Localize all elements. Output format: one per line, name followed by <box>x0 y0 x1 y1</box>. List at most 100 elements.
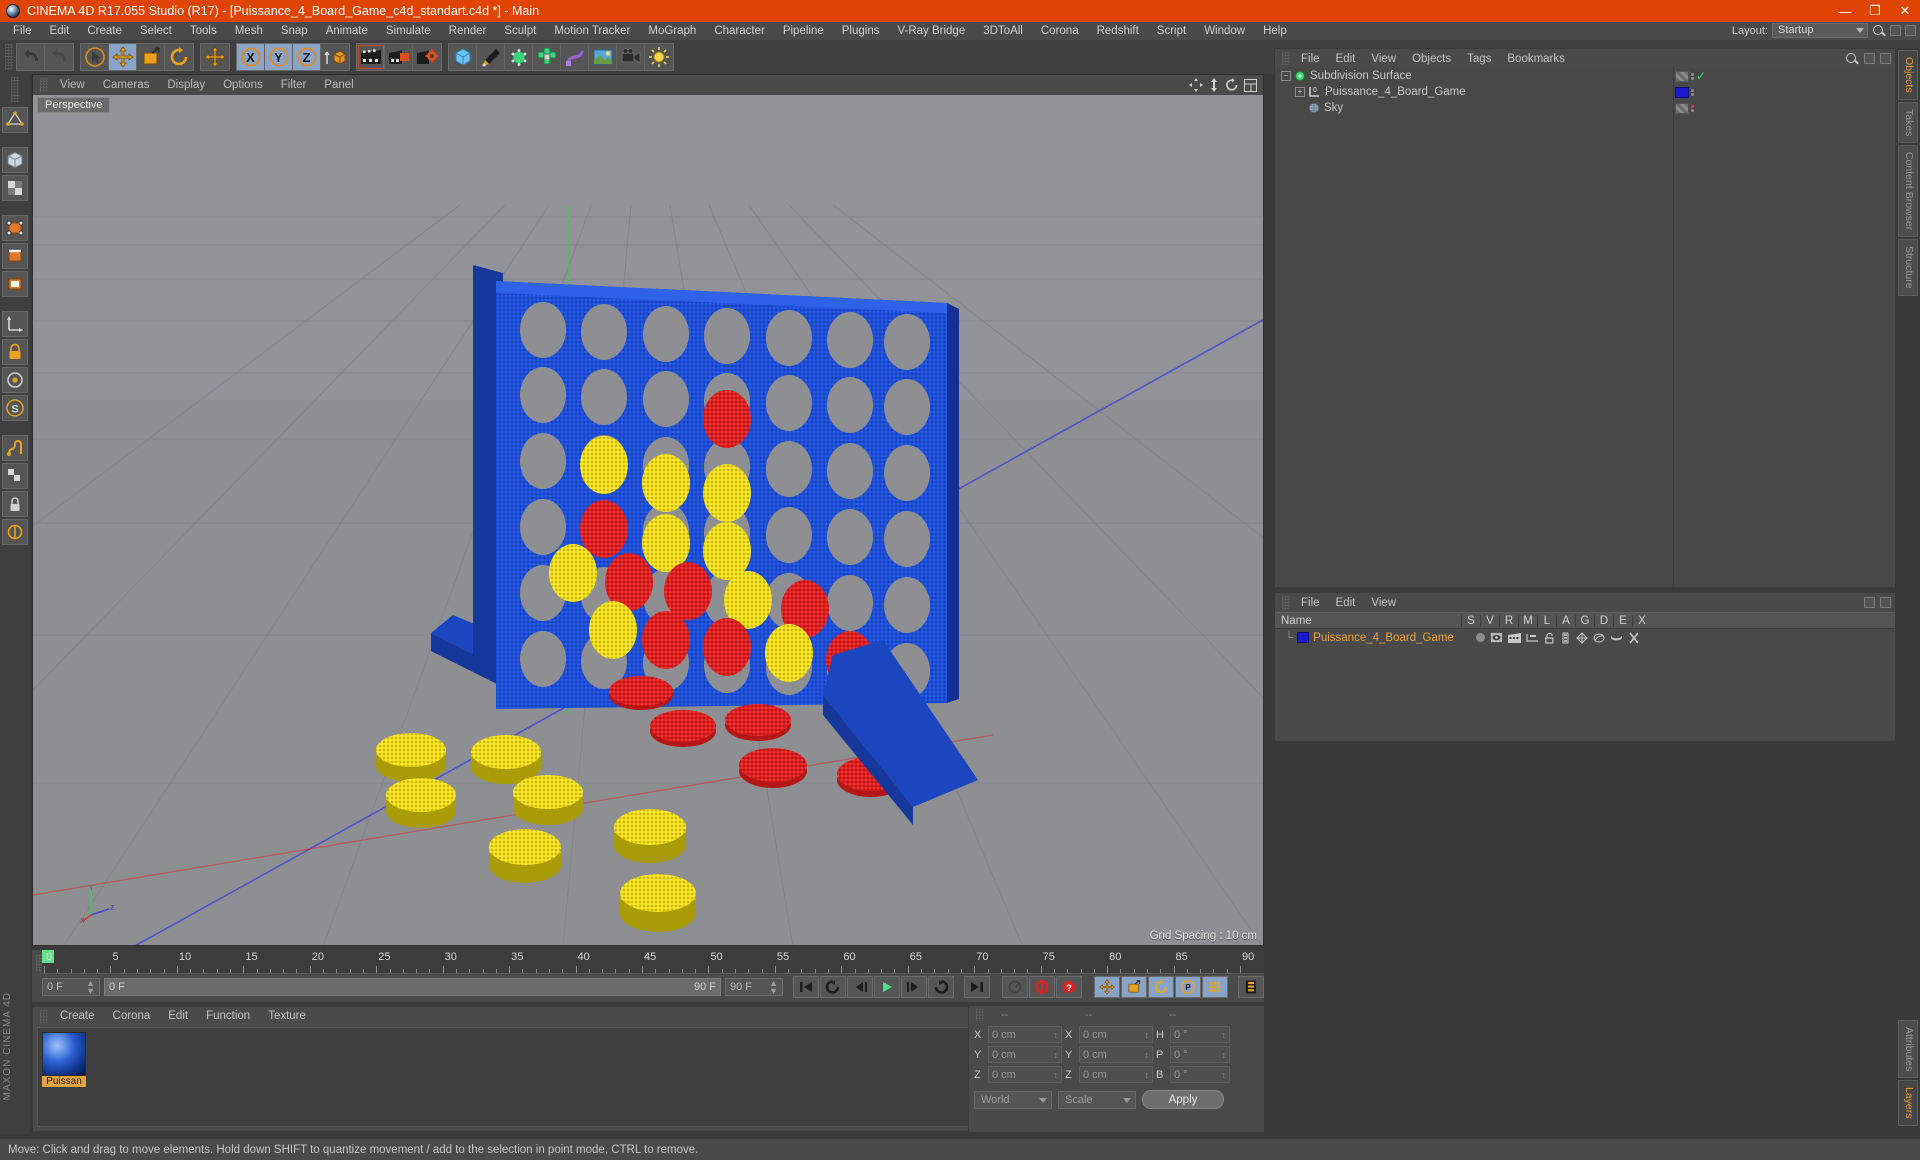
object-tree[interactable]: − Subdivision Surface ✓ + 0 Puissance_4_… <box>1275 68 1895 587</box>
pin-workplane-button[interactable] <box>2 519 28 545</box>
menu-item-redshift[interactable]: Redshift <box>1088 22 1148 40</box>
layer-menu-view[interactable]: View <box>1363 597 1404 609</box>
redo-button[interactable] <box>45 44 73 70</box>
layer-row[interactable]: └ Puissance_4_Board_Game <box>1275 629 1895 646</box>
coordinate-system-select[interactable]: World <box>974 1090 1052 1109</box>
snap-button[interactable] <box>2 435 28 461</box>
edges-mode-button[interactable] <box>2 243 28 269</box>
generators-icon[interactable] <box>1576 631 1588 644</box>
viewport-menu-cameras[interactable]: Cameras <box>94 79 159 91</box>
object-menu-tags[interactable]: Tags <box>1459 53 1499 65</box>
coord-rot-h-field[interactable]: 0 ° ↕ <box>1170 1026 1230 1043</box>
add-generator-button[interactable] <box>505 44 533 70</box>
material-menu-texture[interactable]: Texture <box>259 1010 315 1022</box>
timeline-toggle-button[interactable] <box>1238 976 1264 998</box>
record-pla-button[interactable] <box>1202 976 1228 998</box>
visibility-swatch[interactable] <box>1675 70 1689 82</box>
viewport-menu-view[interactable]: View <box>51 79 94 91</box>
stepper-icon[interactable]: ↕ <box>1222 1050 1227 1060</box>
layer-column-x[interactable]: X <box>1632 614 1651 627</box>
enable-lock-button[interactable] <box>2 339 28 365</box>
end-frame-field[interactable]: 90 F ▲ ▼ <box>725 978 783 996</box>
visibility-dots[interactable] <box>1691 104 1694 112</box>
add-cube-button[interactable] <box>449 44 477 70</box>
rotate-tool-button[interactable] <box>165 44 193 70</box>
menu-item-simulate[interactable]: Simulate <box>377 22 440 40</box>
layer-column-a[interactable]: A <box>1556 614 1575 627</box>
stepper-icon-2[interactable]: ▲ ▼ <box>769 979 778 996</box>
panel-close-icon[interactable] <box>1905 25 1916 36</box>
points-mode-button[interactable] <box>2 215 28 241</box>
world-object-axis-button[interactable] <box>321 44 349 70</box>
go-to-end-button[interactable] <box>964 976 990 998</box>
expander-icon[interactable]: + <box>1295 87 1305 97</box>
coord-size-y-field[interactable]: 0 cm ↕ <box>1079 1046 1153 1063</box>
layer-column-m[interactable]: M <box>1518 614 1537 627</box>
select-tool-button[interactable] <box>81 44 109 70</box>
model-mode-button[interactable] <box>2 147 28 173</box>
manager-icon[interactable] <box>1526 632 1539 643</box>
layout-select[interactable]: Startup <box>1772 23 1868 38</box>
connect-four-model[interactable] <box>33 95 1263 945</box>
panel-close-icon[interactable] <box>1880 597 1891 608</box>
object-menu-view[interactable]: View <box>1363 53 1404 65</box>
menu-item-edit[interactable]: Edit <box>41 22 79 40</box>
timeline-range-scrubber[interactable]: 0 F 90 F <box>104 978 721 996</box>
menu-item-motion-tracker[interactable]: Motion Tracker <box>545 22 639 40</box>
menu-item-corona[interactable]: Corona <box>1032 22 1088 40</box>
object-menu-file[interactable]: File <box>1293 53 1328 65</box>
layer-column-l[interactable]: L <box>1537 614 1556 627</box>
panel-close-icon[interactable] <box>1880 53 1891 64</box>
undo-button[interactable] <box>17 44 45 70</box>
coord-pos-x-field[interactable]: 0 cm ↕ <box>988 1026 1062 1043</box>
expander-icon[interactable]: − <box>1281 71 1291 81</box>
visibility-dots[interactable] <box>1691 72 1694 80</box>
menu-item-3dtoall[interactable]: 3DToAll <box>974 22 1032 40</box>
viewport-menu-panel[interactable]: Panel <box>315 79 362 91</box>
make-editable-button[interactable] <box>2 107 28 133</box>
coord-rot-b-field[interactable]: 0 ° ↕ <box>1170 1066 1230 1083</box>
menu-item-script[interactable]: Script <box>1148 22 1195 40</box>
panel-restore-icon[interactable] <box>1864 597 1875 608</box>
object-row-puissance-4-board-game[interactable]: + 0 Puissance_4_Board_Game <box>1275 84 1895 100</box>
search-icon[interactable] <box>1845 52 1859 66</box>
viewport-3d-scene[interactable]: Perspective Y Z X Grid Spacing: 10 cm <box>33 95 1263 945</box>
menu-item-pipeline[interactable]: Pipeline <box>774 22 833 40</box>
stepper-icon[interactable]: ↕ <box>1145 1070 1150 1080</box>
rail-grip[interactable] <box>11 77 19 103</box>
viewport-menu-grip[interactable] <box>40 78 48 92</box>
material-tag-swatch[interactable] <box>1675 86 1689 98</box>
menu-item-select[interactable]: Select <box>131 22 181 40</box>
stepper-icon[interactable]: ↕ <box>1145 1030 1150 1040</box>
render-to-picture-viewer-button[interactable] <box>385 44 413 70</box>
layer-column-v[interactable]: V <box>1480 614 1499 627</box>
material-menu-edit[interactable]: Edit <box>159 1010 197 1022</box>
menu-item-mograph[interactable]: MoGraph <box>639 22 705 40</box>
x-axis-button[interactable]: X <box>237 44 265 70</box>
add-array-button[interactable] <box>533 44 561 70</box>
deformers-icon[interactable] <box>1593 632 1605 644</box>
layout-view-icon[interactable] <box>1244 78 1257 92</box>
tab-attributes[interactable]: Attributes <box>1898 1020 1918 1079</box>
scale-tool-rail-button[interactable]: S <box>2 395 28 421</box>
workplane-button[interactable] <box>2 463 28 489</box>
enabled-check-icon[interactable]: ✓ <box>1696 70 1706 82</box>
keyframe-selection-button[interactable]: ? <box>1056 976 1082 998</box>
menu-item-mesh[interactable]: Mesh <box>226 22 272 40</box>
record-scale-button[interactable] <box>1121 976 1147 998</box>
coord-size-z-field[interactable]: 0 cm ↕ <box>1079 1066 1153 1083</box>
material-menu-corona[interactable]: Corona <box>104 1010 160 1022</box>
tab-takes[interactable]: Takes <box>1898 101 1918 144</box>
viewport-solo-button[interactable] <box>2 367 28 393</box>
add-deformer-button[interactable] <box>561 44 589 70</box>
layer-manager-grip[interactable] <box>1282 596 1290 609</box>
add-light-button[interactable] <box>645 44 673 70</box>
material-item[interactable]: Puissan <box>42 1032 86 1087</box>
menu-item-sculpt[interactable]: Sculpt <box>495 22 545 40</box>
layer-column-s[interactable]: S <box>1461 614 1480 627</box>
material-menu-function[interactable]: Function <box>197 1010 259 1022</box>
layer-column-r[interactable]: R <box>1499 614 1518 627</box>
axis-modify-button[interactable] <box>2 311 28 337</box>
texture-mode-button[interactable] <box>2 175 28 201</box>
stepper-icon[interactable]: ↕ <box>1054 1050 1059 1060</box>
